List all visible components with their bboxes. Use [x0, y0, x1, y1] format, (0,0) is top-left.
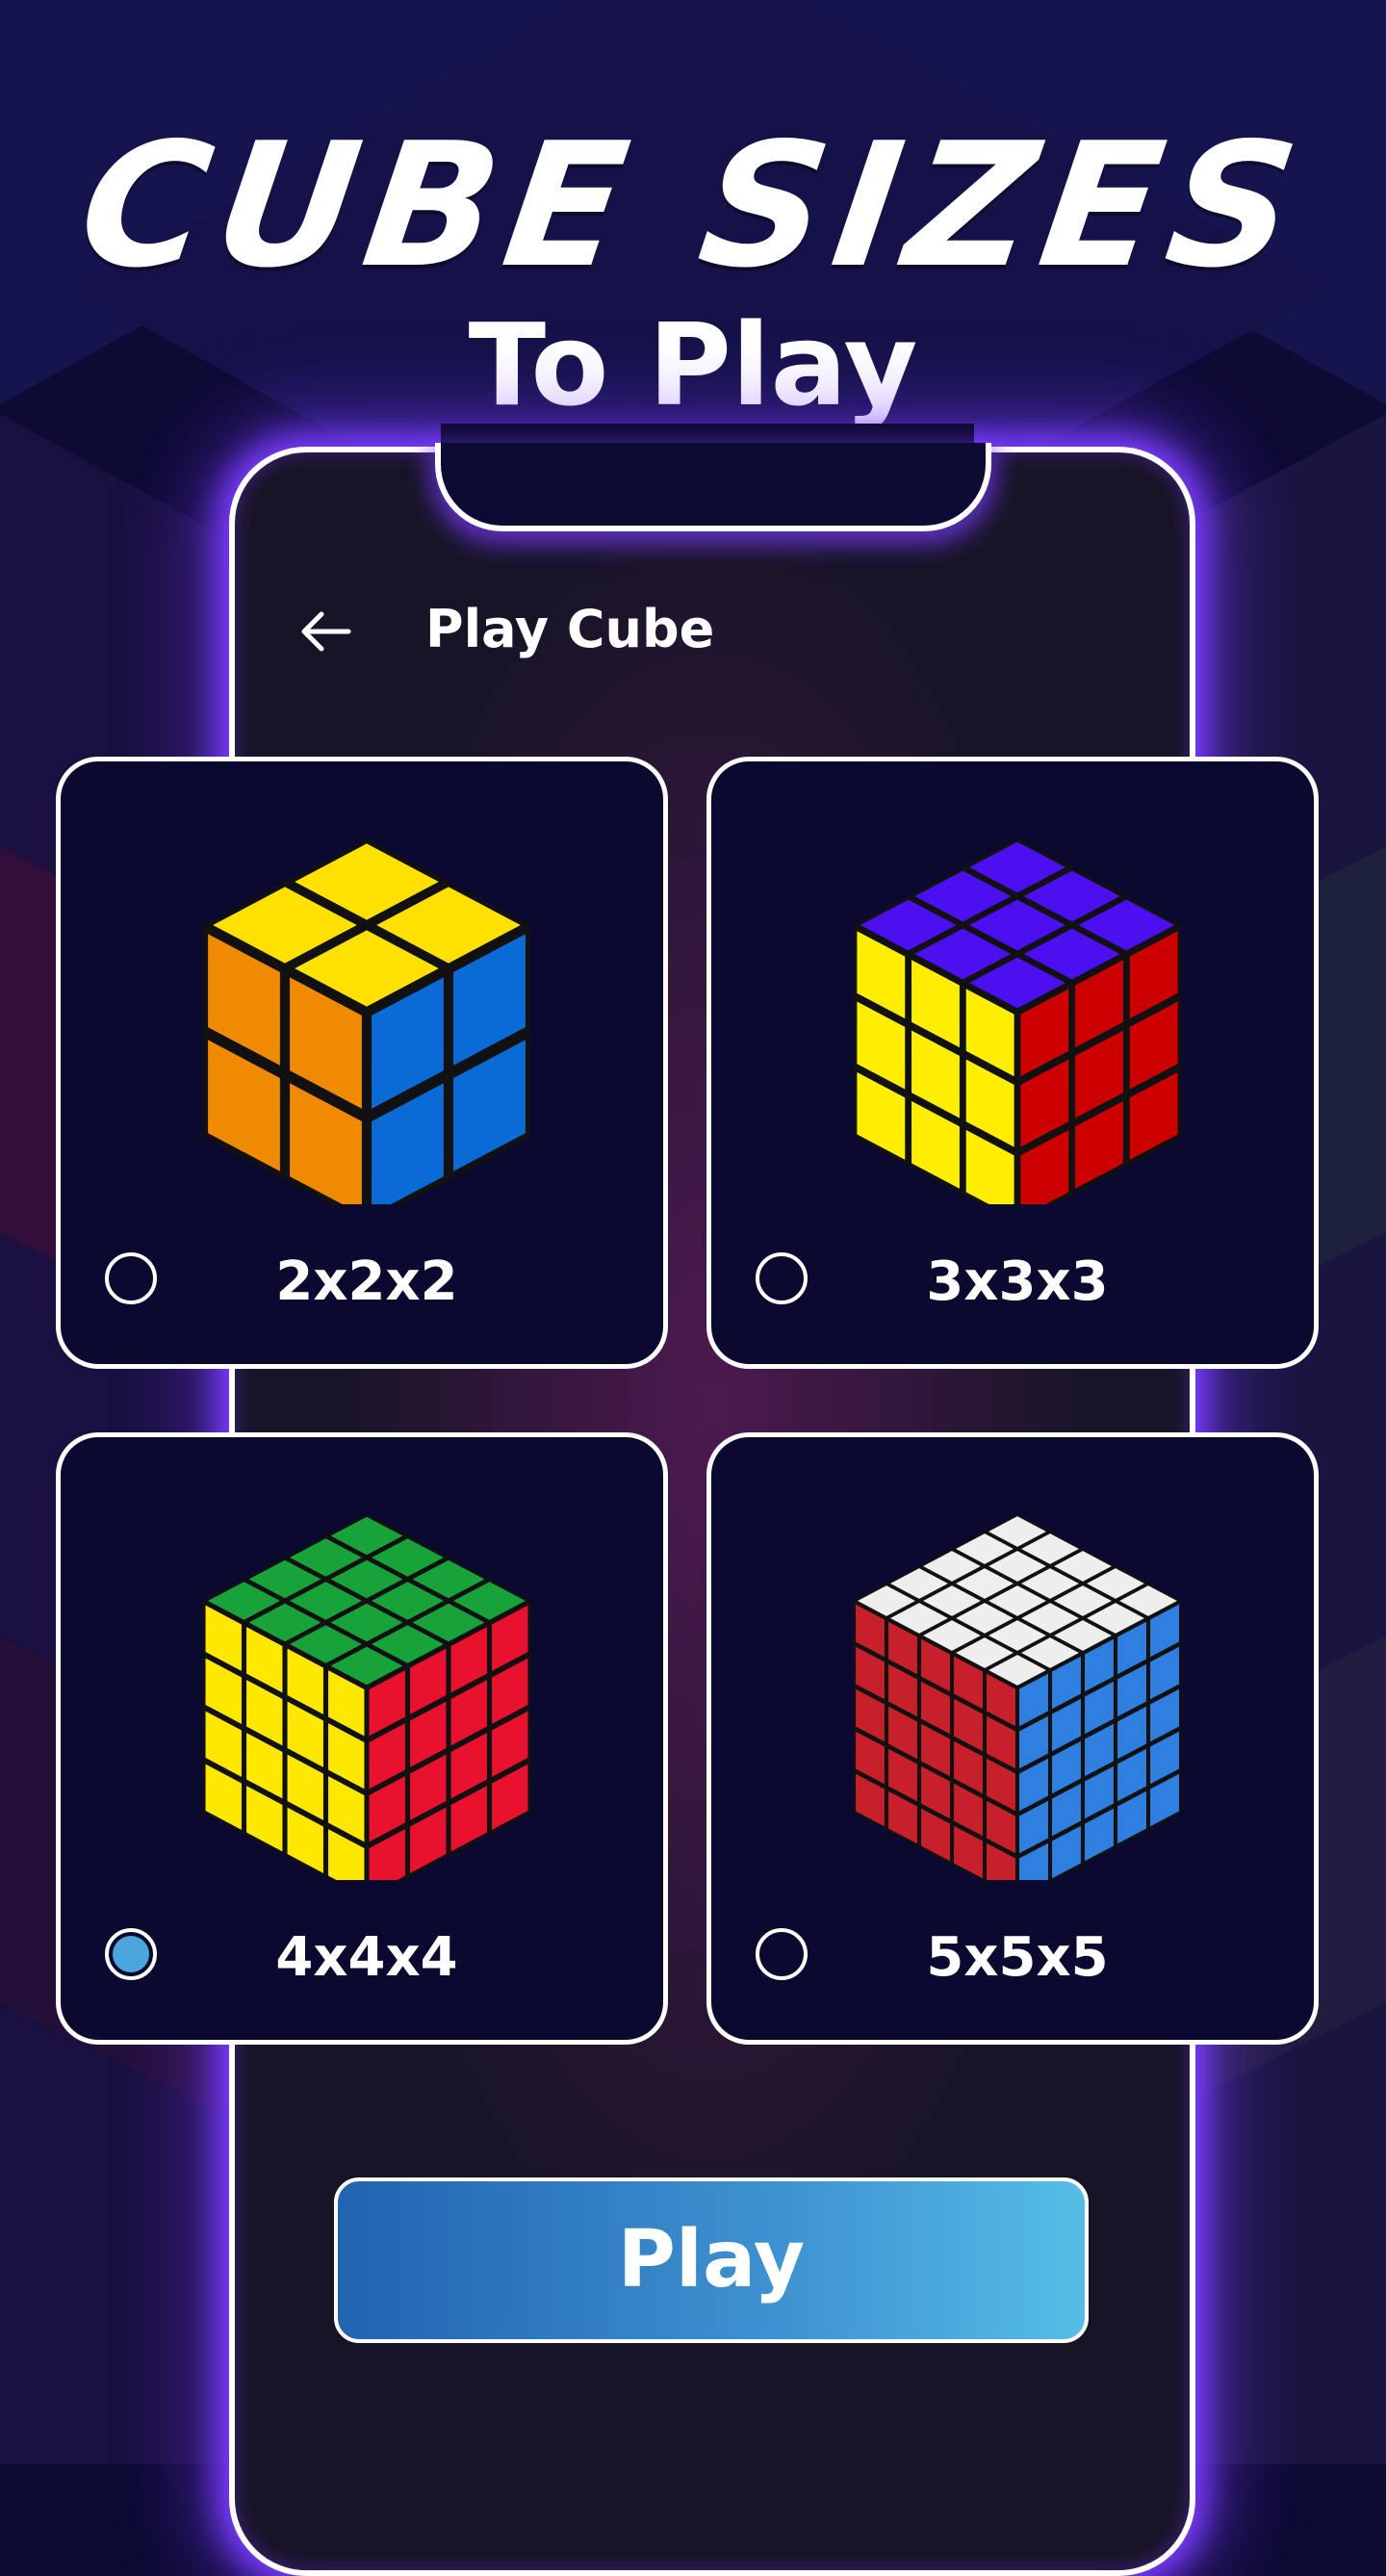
option-label: 3x3x3: [926, 1250, 1109, 1313]
cube-2x2x2-icon: [203, 838, 530, 1204]
screen-title: Play Cube: [425, 599, 715, 659]
cube-4x4x4-icon: [203, 1514, 530, 1880]
hero-title: CUBE SIZES: [68, 106, 1318, 305]
option-label: 4x4x4: [275, 1926, 458, 1989]
phone-notch: [435, 443, 991, 531]
option-label: 2x2x2: [275, 1250, 458, 1313]
cube-option-2x2x2[interactable]: 2x2x2: [56, 757, 668, 1369]
cube-option-5x5x5[interactable]: 5x5x5: [706, 1432, 1319, 2045]
arrow-left-icon[interactable]: [295, 601, 356, 662]
option-label: 5x5x5: [926, 1926, 1109, 1989]
cube-option-3x3x3[interactable]: 3x3x3: [706, 757, 1319, 1369]
cube-5x5x5-icon: [854, 1514, 1181, 1880]
cube-option-4x4x4[interactable]: 4x4x4: [56, 1432, 668, 2045]
hero-subtitle: To Play: [468, 298, 918, 431]
cube-3x3x3-icon: [854, 838, 1181, 1204]
play-button[interactable]: Play: [334, 2177, 1089, 2343]
